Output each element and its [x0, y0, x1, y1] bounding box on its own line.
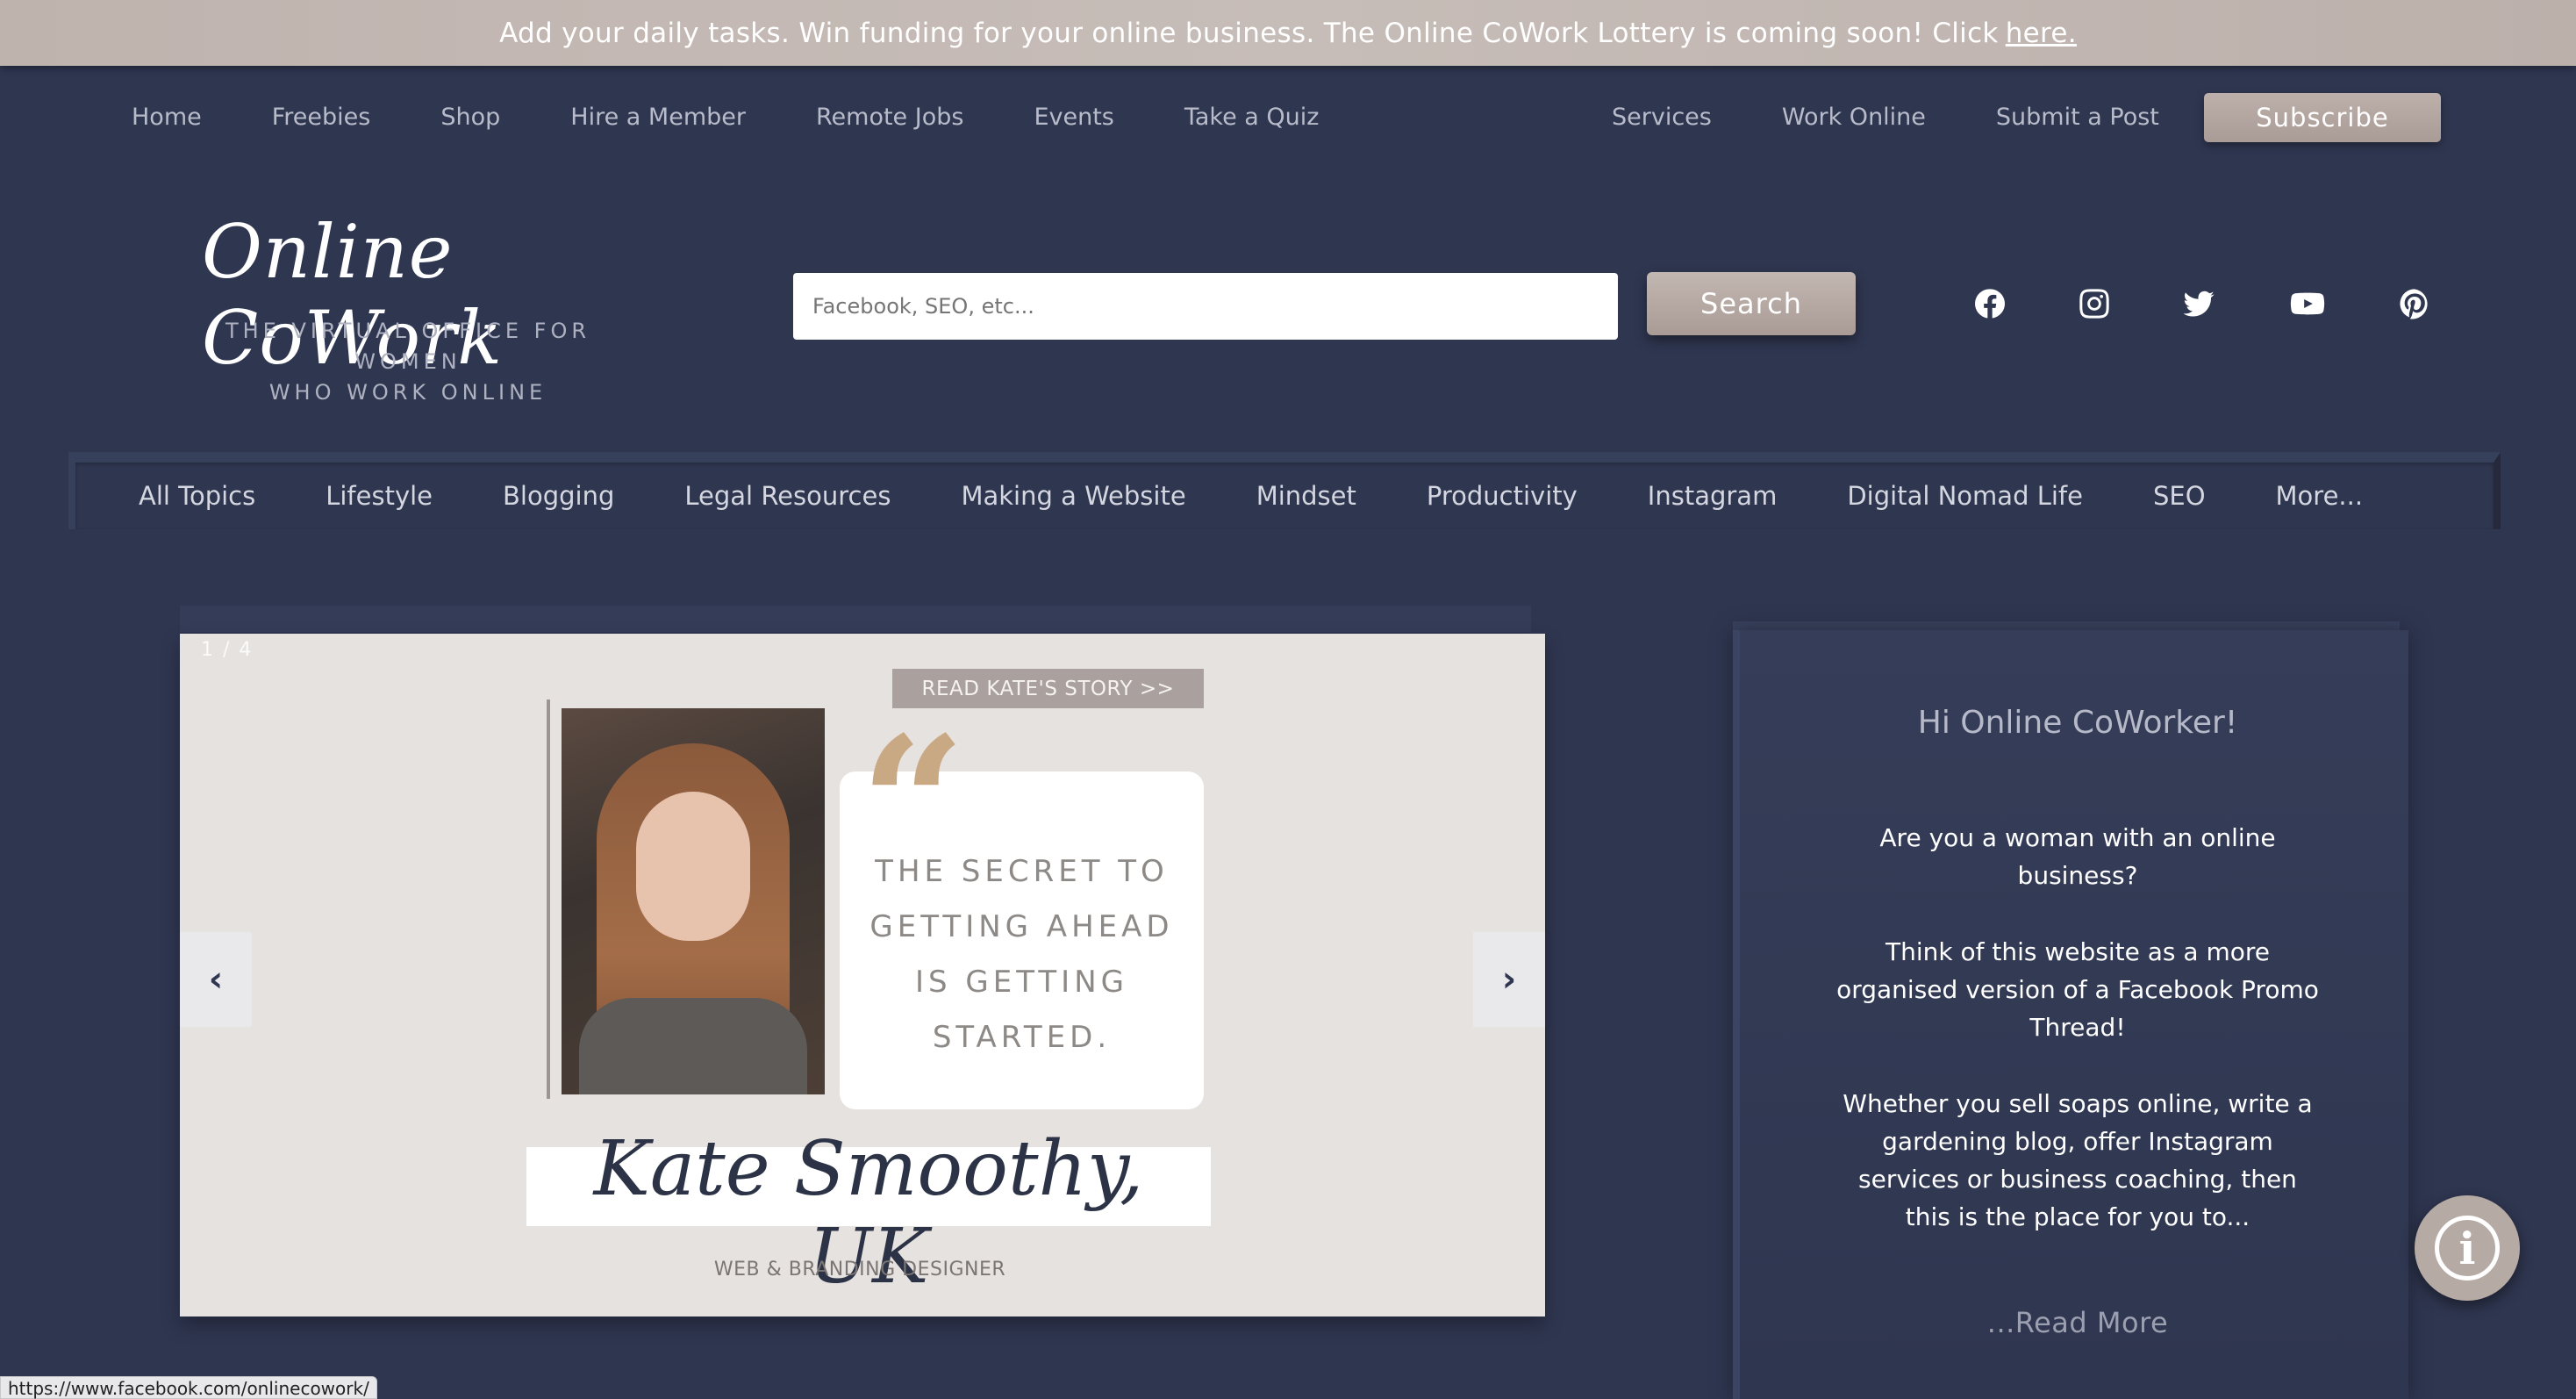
nav-remote-jobs[interactable]: Remote Jobs [816, 93, 963, 142]
read-more-link[interactable]: ...Read More [1740, 1306, 2415, 1339]
category-productivity[interactable]: Productivity [1427, 481, 1578, 511]
announcement-bar: Add your daily tasks. Win funding for yo… [0, 0, 2576, 66]
youtube-icon[interactable] [2281, 277, 2334, 330]
nav-shop[interactable]: Shop [440, 93, 500, 142]
top-navigation: Home Freebies Shop Hire a Member Remote … [0, 93, 2576, 142]
welcome-card: Hi Online CoWorker! Are you a woman with… [1733, 630, 2408, 1399]
tagline-line-1: THE VIRTUAL OFFICE FOR WOMEN [225, 319, 591, 374]
category-seo[interactable]: SEO [2153, 481, 2206, 511]
category-legal-resources[interactable]: Legal Resources [684, 481, 891, 511]
category-bar: All Topics Lifestyle Blogging Legal Reso… [68, 452, 2501, 529]
slide-counter: 1 / 4 [201, 639, 254, 661]
twitter-icon[interactable] [2172, 277, 2225, 330]
quote-line-2: GETTING AHEAD [869, 909, 1174, 944]
nav-freebies[interactable]: Freebies [272, 93, 371, 142]
photo-shirt [579, 998, 807, 1094]
quote-line-4: STARTED. [932, 1020, 1112, 1055]
category-making-a-website[interactable]: Making a Website [961, 481, 1185, 511]
slider-frame-top [180, 606, 1531, 632]
welcome-paragraph-1: Are you a woman with an online business? [1879, 823, 2276, 890]
nav-events[interactable]: Events [1034, 93, 1113, 142]
category-blogging[interactable]: Blogging [503, 481, 614, 511]
search-input[interactable] [793, 273, 1618, 340]
photo-accent-line [547, 700, 550, 1099]
member-photo [562, 708, 825, 1094]
instagram-icon[interactable] [2068, 277, 2121, 330]
welcome-paragraph-3: Whether you sell soaps online, write a g… [1843, 1089, 2313, 1231]
info-button[interactable]: i [2415, 1195, 2520, 1301]
nav-submit-a-post[interactable]: Submit a Post [1996, 93, 2159, 142]
site-tagline: THE VIRTUAL OFFICE FOR WOMEN WHO WORK ON… [175, 316, 640, 408]
quote-line-3: IS GETTING [915, 965, 1128, 1000]
search-button[interactable]: Search [1647, 272, 1856, 335]
quote-line-1: THE SECRET TO [875, 854, 1169, 889]
announcement-text: Add your daily tasks. Win funding for yo… [499, 17, 1999, 49]
welcome-title: Hi Online CoWorker! [1917, 705, 2238, 741]
category-mindset[interactable]: Mindset [1256, 481, 1356, 511]
nav-home[interactable]: Home [132, 93, 202, 142]
site-logo[interactable]: Online CoWork [202, 209, 614, 381]
category-instagram[interactable]: Instagram [1648, 481, 1778, 511]
pinterest-icon[interactable] [2388, 277, 2441, 330]
featured-slider: 1 / 4 READ KATE'S STORY >> “ THE SECRET … [180, 634, 1545, 1316]
welcome-paragraph-2: Think of this website as a more organise… [1836, 937, 2319, 1042]
nav-work-online[interactable]: Work Online [1782, 93, 1926, 142]
subscribe-button[interactable]: Subscribe [2204, 93, 2441, 142]
slider-next-button[interactable]: › [1473, 932, 1545, 1027]
status-bar-url: https://www.facebook.com/onlinecowork/ [0, 1376, 377, 1399]
category-all-topics[interactable]: All Topics [139, 481, 255, 511]
photo-face [636, 792, 750, 941]
info-icon: i [2435, 1216, 2500, 1281]
announcement-link[interactable]: here. [2006, 18, 2077, 49]
category-lifestyle[interactable]: Lifestyle [326, 481, 433, 511]
nav-hire-a-member[interactable]: Hire a Member [570, 93, 746, 142]
slider-prev-button[interactable]: ‹ [180, 932, 252, 1027]
category-more[interactable]: More... [2276, 481, 2364, 511]
facebook-icon[interactable] [1964, 277, 2016, 330]
quote-text: THE SECRET TO GETTING AHEAD IS GETTING S… [840, 844, 1204, 1065]
member-role: WEB & BRANDING DESIGNER [713, 1259, 1006, 1281]
tagline-line-2: WHO WORK ONLINE [268, 380, 547, 405]
nav-services[interactable]: Services [1612, 93, 1712, 142]
category-digital-nomad-life[interactable]: Digital Nomad Life [1847, 481, 2083, 511]
nav-take-a-quiz[interactable]: Take a Quiz [1184, 93, 1320, 142]
